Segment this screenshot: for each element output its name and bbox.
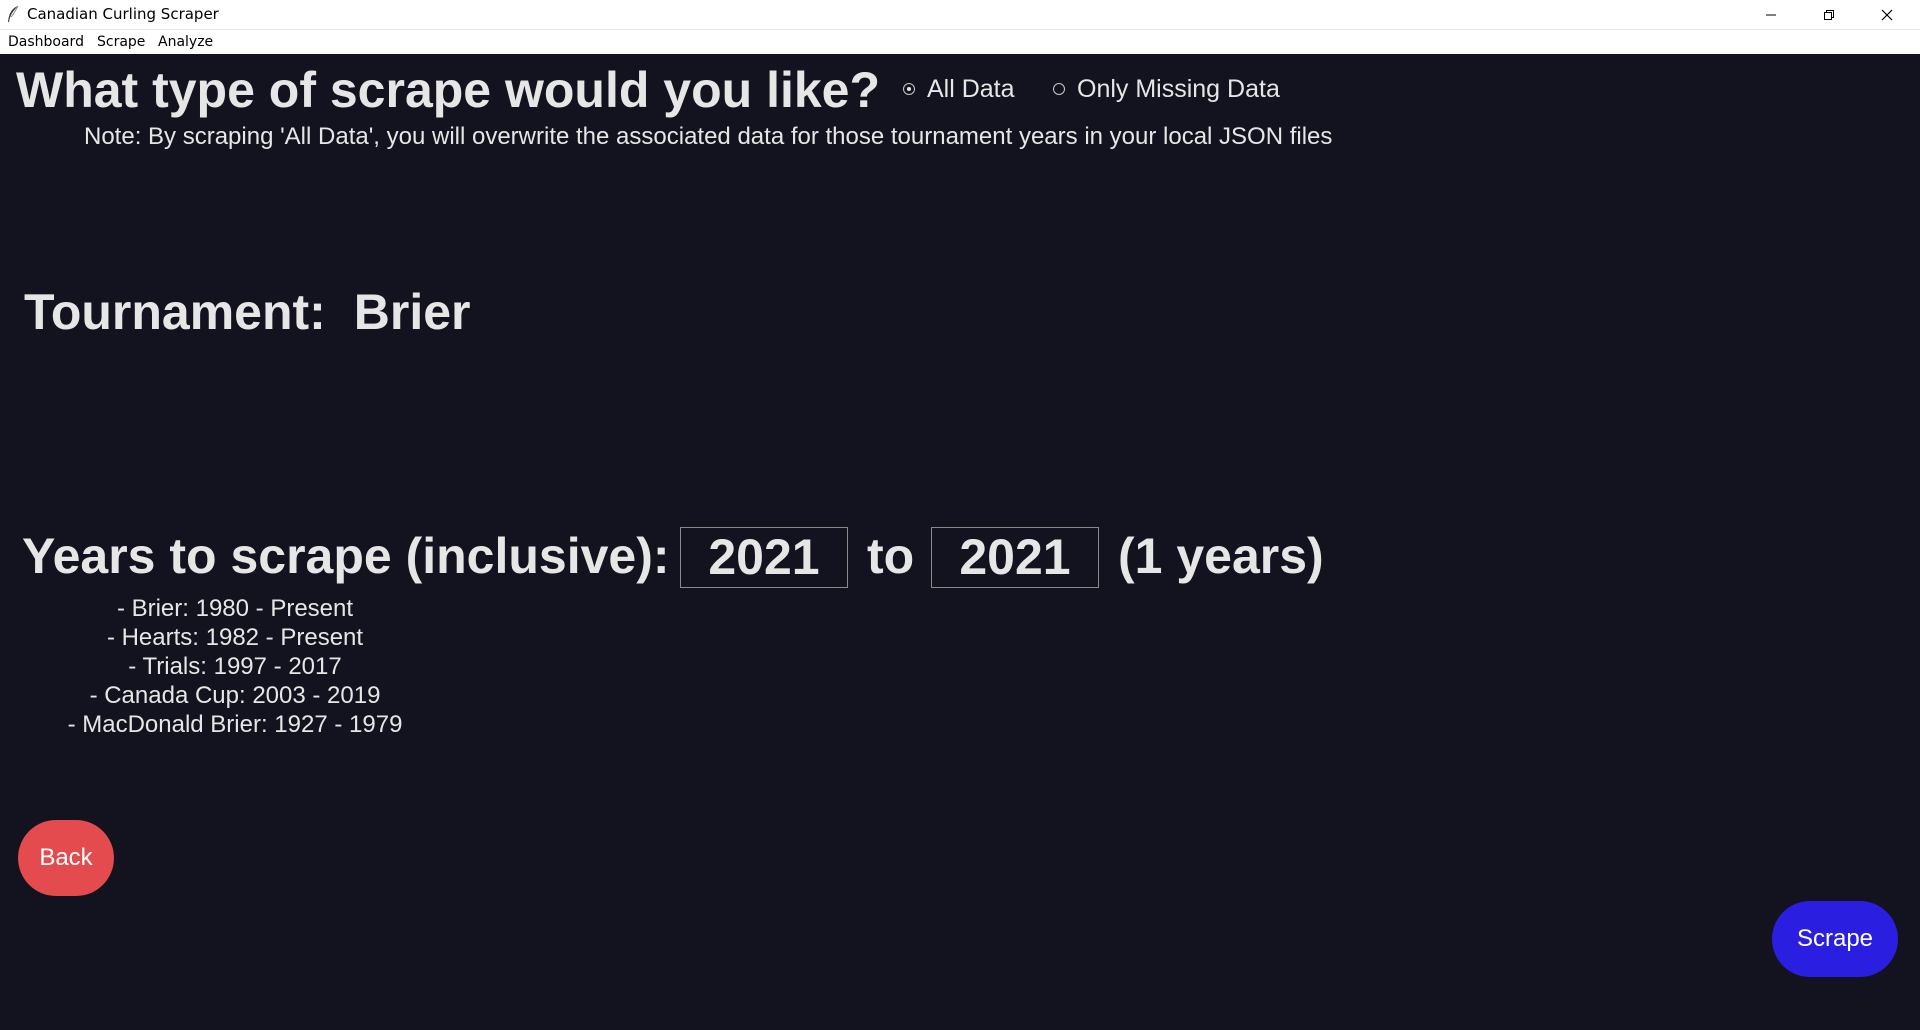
restore-button[interactable] — [1800, 0, 1858, 29]
overwrite-note: Note: By scraping 'All Data', you will o… — [84, 123, 1333, 150]
menu-item-dashboard[interactable]: Dashboard — [8, 34, 84, 50]
close-button[interactable] — [1858, 0, 1916, 29]
radio-only-missing-data[interactable]: Only Missing Data — [1053, 73, 1280, 105]
scrape-button[interactable]: Scrape — [1772, 901, 1898, 977]
tournament-label: Tournament: — [24, 284, 326, 340]
minimize-button[interactable] — [1742, 0, 1800, 29]
menu-item-analyze[interactable]: Analyze — [158, 34, 213, 50]
restore-icon — [1824, 9, 1834, 20]
range-trials: - Trials: 1997 - 2017 — [128, 653, 342, 680]
radio-unselected-icon — [1053, 83, 1065, 95]
years-to-label: to — [867, 528, 915, 584]
year-from-input[interactable]: 2021 — [680, 527, 848, 588]
radio-all-data[interactable]: All Data — [903, 73, 1015, 105]
menu-bar: Dashboard Scrape Analyze — [0, 29, 1920, 54]
feather-icon — [8, 5, 19, 22]
tournament-value: Brier — [353, 284, 471, 340]
menu-item-scrape[interactable]: Scrape — [97, 34, 145, 50]
minimize-icon — [1766, 14, 1776, 15]
range-hearts: - Hearts: 1982 - Present — [106, 624, 364, 651]
range-canada-cup: - Canada Cup: 2003 - 2019 — [89, 682, 381, 709]
year-to-input[interactable]: 2021 — [931, 527, 1099, 588]
radio-all-data-label: All Data — [927, 74, 1015, 103]
tournament-line: Tournament: Brier — [24, 282, 470, 342]
title-bar: Canadian Curling Scraper — [0, 0, 1920, 29]
tournament-year-ranges: - Brier: 1980 - Present - Hearts: 1982 -… — [40, 594, 430, 739]
years-count: (1 years) — [1118, 528, 1324, 584]
close-icon — [1881, 9, 1893, 20]
scrape-type-heading: What type of scrape would you like? — [16, 62, 881, 118]
main-content: What type of scrape would you like? All … — [0, 54, 1920, 1030]
range-brier: - Brier: 1980 - Present — [116, 595, 354, 622]
radio-only-missing-data-label: Only Missing Data — [1077, 74, 1280, 103]
window-title: Canadian Curling Scraper — [27, 5, 219, 23]
radio-selected-icon — [903, 83, 915, 95]
back-button[interactable]: Back — [18, 820, 114, 896]
years-label: Years to scrape (inclusive): — [22, 528, 670, 584]
range-macdonald-brier: - MacDonald Brier: 1927 - 1979 — [67, 711, 403, 738]
